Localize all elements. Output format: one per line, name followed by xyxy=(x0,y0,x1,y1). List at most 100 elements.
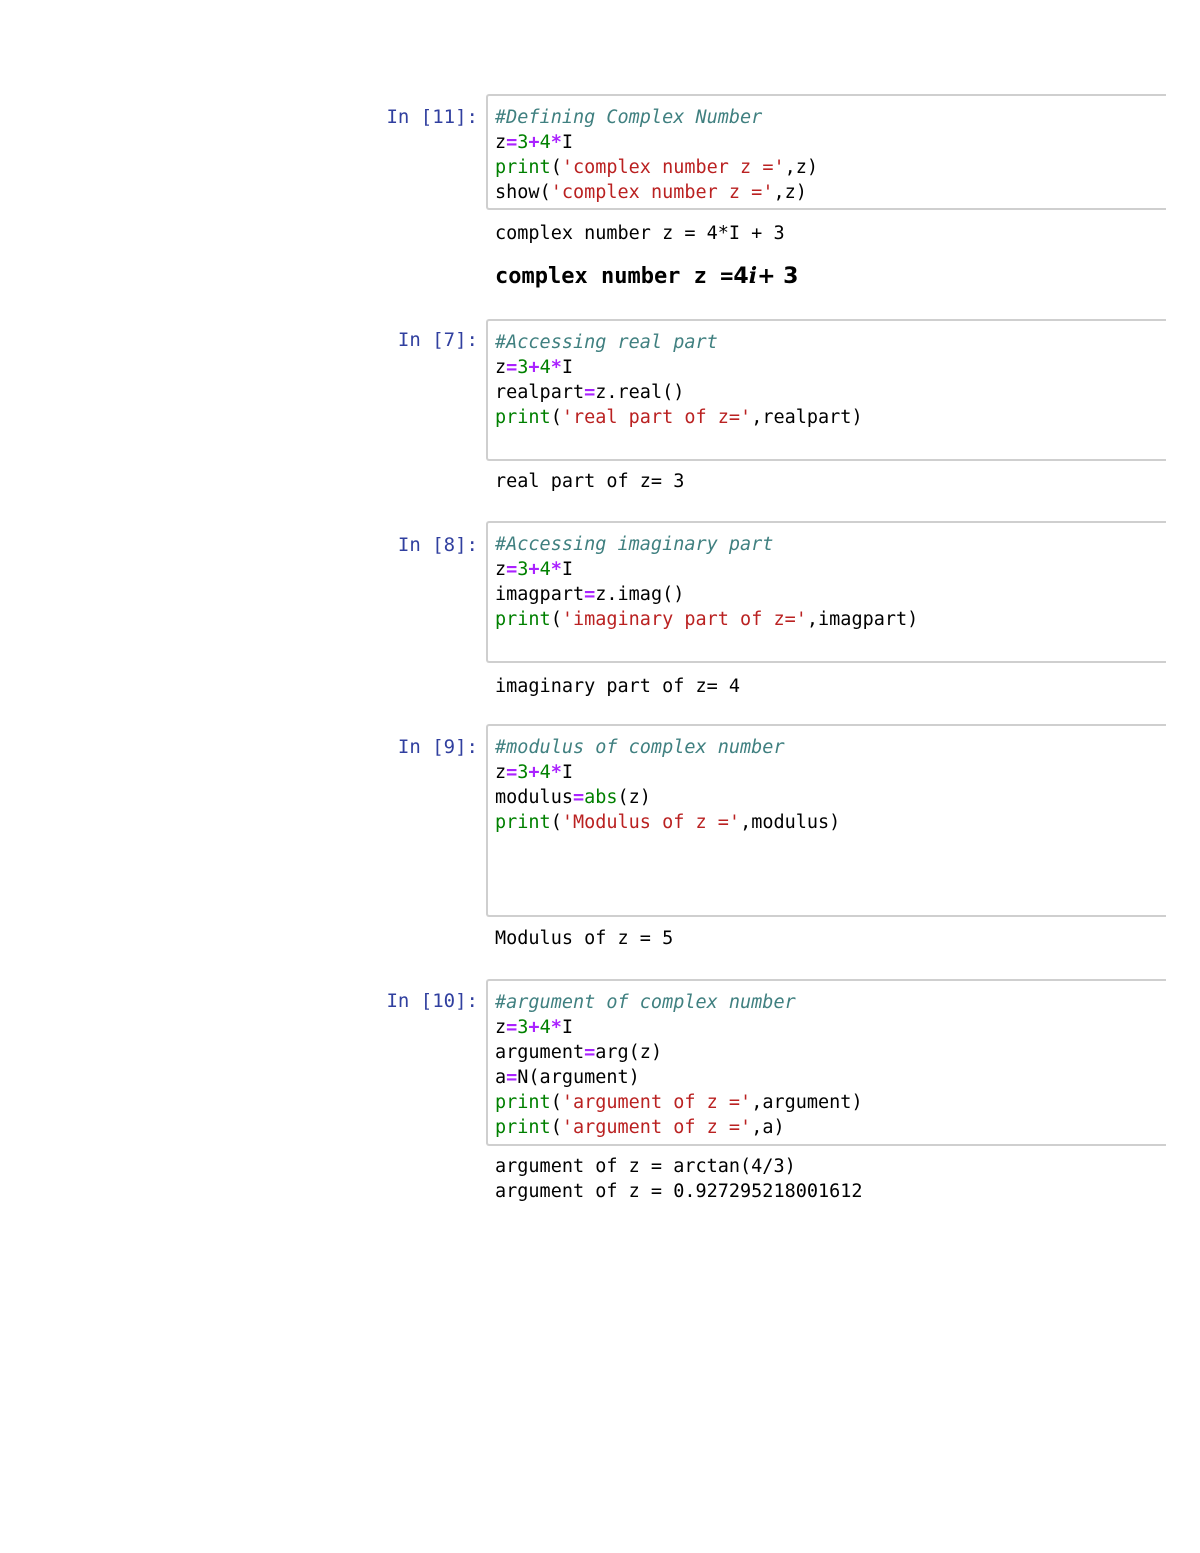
code-line: #argument of complex number xyxy=(495,990,1166,1015)
code-operator: * xyxy=(550,1017,562,1038)
code-operator: = xyxy=(584,584,596,605)
code-line: z=3+4*I xyxy=(495,130,1166,155)
cell-output: argument of z = arctan(4/3) xyxy=(495,1156,796,1177)
code-number: 3 xyxy=(517,762,529,783)
code-var: I xyxy=(561,559,573,580)
input-prompt: In [7]: xyxy=(397,329,478,351)
code-comment: #modulus of complex number xyxy=(495,737,785,758)
code-line: realpart=z.real() xyxy=(495,380,1166,405)
code-input[interactable]: #Accessing real part z=3+4*I realpart=z.… xyxy=(486,319,1166,461)
code-number: 3 xyxy=(517,357,529,378)
code-line: print('Modulus of z =',modulus) xyxy=(495,810,1166,835)
code-string: 'Modulus of z =' xyxy=(561,812,741,833)
code-operator: * xyxy=(550,132,562,153)
code-builtin: print xyxy=(495,407,551,428)
code-line: print('complex number z =',z) xyxy=(495,155,1166,180)
code-line: show('complex number z =',z) xyxy=(495,180,1166,205)
code-input[interactable]: #Defining Complex Number z=3+4*I print('… xyxy=(486,94,1166,210)
code-operator: = xyxy=(506,559,518,580)
input-prompt: In [10]: xyxy=(386,990,478,1012)
code-punct: ( xyxy=(539,182,551,203)
cell-output: Modulus of z = 5 xyxy=(495,928,674,949)
code-string: 'argument of z =' xyxy=(561,1092,752,1113)
code-punct: ( xyxy=(550,407,562,428)
code-builtin: print xyxy=(495,812,551,833)
code-comment: #Accessing real part xyxy=(495,332,718,353)
code-operator: = xyxy=(506,762,518,783)
code-var: z xyxy=(495,762,507,783)
code-line: print('imaginary part of z=',imagpart) xyxy=(495,607,1166,632)
code-text: N(argument) xyxy=(517,1067,640,1088)
code-text: ,argument) xyxy=(751,1092,863,1113)
code-text: ,imagpart) xyxy=(806,609,919,630)
code-operator: * xyxy=(550,762,562,783)
code-line: z=3+4*I xyxy=(495,557,1166,582)
code-operator: + xyxy=(528,1017,540,1038)
code-operator: = xyxy=(584,382,596,403)
code-text: ,realpart) xyxy=(751,407,863,428)
code-punct: ( xyxy=(550,609,562,630)
code-var: a xyxy=(495,1067,507,1088)
code-line: print('argument of z =',argument) xyxy=(495,1090,1166,1115)
code-line: #Accessing real part xyxy=(495,330,1166,355)
cell-output: imaginary part of z= 4 xyxy=(495,676,741,697)
code-var: I xyxy=(561,357,573,378)
code-operator: = xyxy=(572,787,585,808)
code-number: 4 xyxy=(539,357,551,378)
code-string: 'argument of z =' xyxy=(561,1117,752,1138)
code-operator: = xyxy=(506,132,518,153)
code-var: I xyxy=(561,762,573,783)
code-string: 'complex number z =' xyxy=(561,157,785,178)
code-function: show xyxy=(495,182,540,203)
code-builtin: print xyxy=(495,157,551,178)
code-number: 4 xyxy=(539,762,551,783)
cell-output: real part of z= 3 xyxy=(495,471,685,492)
code-text: ,z) xyxy=(784,157,819,178)
math-output-rest: + 3 xyxy=(757,264,799,289)
code-comment: #Defining Complex Number xyxy=(495,107,763,128)
code-var: I xyxy=(561,132,573,153)
code-input[interactable]: #Accessing imaginary part z=3+4*I imagpa… xyxy=(486,521,1166,663)
code-number: 4 xyxy=(539,1017,551,1038)
code-var: realpart xyxy=(495,382,585,403)
code-line: z=3+4*I xyxy=(495,355,1166,380)
code-var: z xyxy=(495,357,507,378)
code-line: z=3+4*I xyxy=(495,1015,1166,1040)
code-line: print('real part of z=',realpart) xyxy=(495,405,1166,430)
code-var: imagpart xyxy=(495,584,585,605)
code-input[interactable]: #argument of complex number z=3+4*I argu… xyxy=(486,979,1166,1146)
input-prompt: In [9]: xyxy=(397,736,478,758)
code-line: #modulus of complex number xyxy=(495,735,1166,760)
code-punct: ( xyxy=(550,157,562,178)
code-number: 3 xyxy=(517,559,529,580)
code-number: 4 xyxy=(539,132,551,153)
code-operator: = xyxy=(584,1042,596,1063)
code-text: z.real() xyxy=(595,382,685,403)
code-operator: + xyxy=(528,559,540,580)
code-operator: * xyxy=(550,559,562,580)
code-operator: = xyxy=(506,357,518,378)
code-line: print('argument of z =',a) xyxy=(495,1115,1166,1140)
code-text: arg(z) xyxy=(595,1042,663,1063)
code-text: ,z) xyxy=(773,182,807,203)
code-var: I xyxy=(561,1017,573,1038)
code-var: z xyxy=(495,559,507,580)
code-line: #Defining Complex Number xyxy=(495,105,1166,130)
code-string: 'complex number z =' xyxy=(550,182,774,203)
code-operator: * xyxy=(550,357,562,378)
code-text: (z) xyxy=(617,787,651,808)
code-var: argument xyxy=(495,1042,585,1063)
code-number: 3 xyxy=(517,1017,529,1038)
code-line: imagpart=z.imag() xyxy=(495,582,1166,607)
code-builtin: abs xyxy=(584,787,618,808)
cell-output: argument of z = 0.927295218001612 xyxy=(495,1181,863,1202)
code-punct: ( xyxy=(550,812,562,833)
code-line: modulus=abs(z) xyxy=(495,785,1166,810)
code-input[interactable]: #modulus of complex number z=3+4*I modul… xyxy=(486,724,1166,917)
code-comment: #Accessing imaginary part xyxy=(495,534,774,555)
code-var: z xyxy=(495,132,507,153)
code-number: 4 xyxy=(539,559,551,580)
code-builtin: print xyxy=(495,609,551,630)
input-prompt: In [11]: xyxy=(386,106,478,128)
code-operator: = xyxy=(506,1017,518,1038)
